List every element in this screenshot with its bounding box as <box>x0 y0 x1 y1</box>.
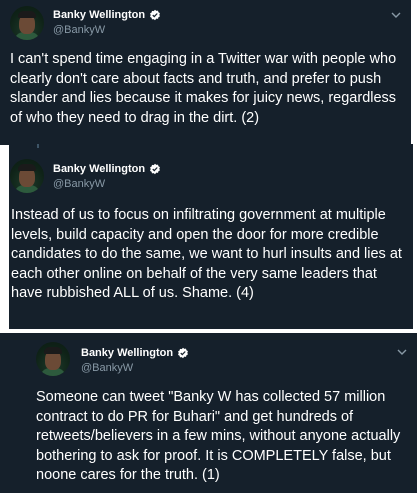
avatar[interactable] <box>36 342 70 376</box>
display-name[interactable]: Banky Wellington <box>53 163 145 175</box>
chevron-down-icon[interactable] <box>390 9 402 21</box>
verified-badge-icon <box>150 9 161 21</box>
tweet-card[interactable]: Banky Wellington @BankyW Someone can twe… <box>0 333 417 493</box>
tweet-text: Instead of us to focus on infiltrating g… <box>11 207 402 301</box>
handle: @BankyW <box>53 178 106 190</box>
verified-badge-icon <box>150 163 161 175</box>
handle: @BankyW <box>81 362 134 374</box>
tweet-card[interactable]: Banky Wellington @BankyW Instead of us t… <box>9 144 413 329</box>
tweet-text: Someone can tweet "Banky W has collected… <box>36 389 401 483</box>
thread-connector <box>37 144 39 148</box>
display-name[interactable]: Banky Wellington <box>53 9 145 21</box>
verified-badge-icon <box>178 347 189 359</box>
tweet-text: I can't spend time engaging in a Twitter… <box>10 51 397 126</box>
chevron-down-icon[interactable] <box>396 346 408 358</box>
tweet-card[interactable]: Banky Wellington @BankyW I can't spend t… <box>0 0 411 145</box>
avatar[interactable] <box>10 6 44 40</box>
avatar[interactable] <box>10 159 44 193</box>
display-name[interactable]: Banky Wellington <box>81 347 173 359</box>
handle: @BankyW <box>53 24 106 36</box>
